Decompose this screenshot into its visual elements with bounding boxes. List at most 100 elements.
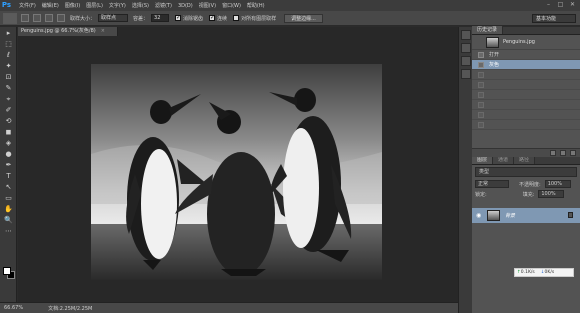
- refine-edge-button[interactable]: 调整边缘...: [284, 13, 323, 23]
- zoom-level[interactable]: 66.67%: [4, 305, 23, 311]
- layer-filter-select[interactable]: 类型: [475, 167, 577, 177]
- menu-file[interactable]: 文件(F): [19, 2, 36, 9]
- healing-tool-icon[interactable]: ⌖: [3, 94, 14, 104]
- blend-row: 正常 不透明度: 100%: [472, 179, 580, 189]
- crop-tool-icon[interactable]: ⊡: [3, 72, 14, 82]
- layer-name: 背景: [505, 213, 516, 219]
- menu-layer[interactable]: 图层(L): [86, 2, 103, 9]
- history-step-undone[interactable]: [472, 90, 580, 100]
- history-panel-icon[interactable]: [461, 30, 471, 40]
- new-document-icon[interactable]: [550, 150, 556, 156]
- menu-select[interactable]: 选择(S): [132, 2, 149, 9]
- workspace-select[interactable]: 基本功能: [532, 14, 576, 23]
- history-step-undone[interactable]: [472, 110, 580, 120]
- layers-panel-header: 图层 通道 路径: [472, 156, 580, 165]
- opacity-input[interactable]: 100%: [544, 180, 571, 188]
- intersect-selection-icon[interactable]: [57, 14, 65, 22]
- menu-help[interactable]: 帮助(H): [247, 2, 265, 9]
- document-tab[interactable]: Penguins.jpg @ 66.7%(灰色/8) ×: [18, 27, 118, 36]
- menu-edit[interactable]: 编辑(E): [42, 2, 59, 9]
- menu-filter[interactable]: 滤镜(T): [155, 2, 172, 9]
- history-step-undone[interactable]: [472, 100, 580, 110]
- gradient-tool-icon[interactable]: ◈: [3, 138, 14, 148]
- step-icon: [478, 91, 484, 98]
- sample-size-select[interactable]: 取样点: [98, 14, 129, 22]
- tolerance-input[interactable]: 32: [151, 14, 170, 22]
- snapshot-thumbnail: [486, 36, 499, 48]
- tab-layers[interactable]: 图层: [472, 156, 494, 164]
- document-tab-title: Penguins.jpg @ 66.7%(灰色/8): [21, 28, 96, 34]
- sample-all-label: 对所有图层取样: [241, 15, 277, 22]
- minimize-icon[interactable]: –: [545, 1, 552, 9]
- path-selection-tool-icon[interactable]: ↖: [3, 182, 14, 192]
- tab-channels[interactable]: 通道: [493, 156, 515, 164]
- upload-speed: 0.1K/s: [520, 270, 535, 275]
- menu-image[interactable]: 图像(I): [65, 2, 80, 9]
- type-tool-icon[interactable]: T: [3, 171, 14, 181]
- history-brush-tool-icon[interactable]: ⟲: [3, 116, 14, 126]
- history-panel: Penguins.jpg 打开 灰色: [472, 35, 580, 157]
- blend-mode-select[interactable]: 正常: [475, 180, 509, 188]
- step-icon: [478, 71, 484, 78]
- move-tool-icon[interactable]: ▸: [3, 28, 14, 38]
- fill-input[interactable]: 100%: [538, 190, 565, 198]
- hand-tool-icon[interactable]: ✋: [3, 204, 14, 214]
- menu-bar: Ps 文件(F) 编辑(E) 图像(I) 图层(L) 文字(Y) 选择(S) 滤…: [0, 0, 580, 11]
- panel-icon-strip: [458, 27, 472, 313]
- tolerance-label: 容差：: [133, 15, 149, 22]
- menu-3d[interactable]: 3D(D): [178, 3, 193, 9]
- close-tab-icon[interactable]: ×: [101, 28, 105, 34]
- maximize-icon[interactable]: □: [557, 1, 564, 9]
- subtract-selection-icon[interactable]: [45, 14, 53, 22]
- menu-window[interactable]: 窗口(W): [222, 2, 241, 9]
- shape-tool-icon[interactable]: ▭: [3, 193, 14, 203]
- visibility-eye-icon[interactable]: ◉: [476, 212, 482, 219]
- brush-tool-icon[interactable]: ✐: [3, 105, 14, 115]
- camera-icon[interactable]: [560, 150, 566, 156]
- antialias-label: 消除锯齿: [183, 15, 204, 22]
- history-step-label: 灰色: [489, 62, 500, 68]
- tools-panel: ▸ ⬚ ℓ ✦ ⊡ ✎ ⌖ ✐ ⟲ ◼ ◈ ● ✒ T ↖ ▭ ✋ 🔍 ⋯: [0, 27, 17, 302]
- trash-icon[interactable]: [570, 150, 576, 156]
- history-step[interactable]: 打开: [472, 50, 580, 60]
- eraser-tool-icon[interactable]: ◼: [3, 127, 14, 137]
- zoom-tool-icon[interactable]: 🔍: [3, 215, 14, 225]
- history-step-active[interactable]: 灰色: [472, 60, 580, 70]
- info-panel-icon[interactable]: [461, 69, 471, 79]
- options-bar: 取样大小： 取样点 容差： 32 消除锯齿 连续 对所有图层取样 调整边缘...…: [0, 11, 580, 26]
- antialias-checkbox[interactable]: [175, 14, 181, 21]
- sample-all-checkbox[interactable]: [233, 15, 240, 21]
- step-icon: [478, 81, 484, 88]
- dodge-tool-icon[interactable]: ●: [3, 149, 14, 159]
- tab-history[interactable]: 历史记录: [472, 26, 504, 34]
- history-snapshot[interactable]: Penguins.jpg: [472, 35, 580, 50]
- pen-tool-icon[interactable]: ✒: [3, 160, 14, 170]
- menu-view[interactable]: 视图(V): [199, 2, 216, 9]
- sample-size-label: 取样大小：: [70, 15, 96, 22]
- opacity-label: 不透明度:: [519, 181, 541, 188]
- document-size: 文档:2.25M/2.25M: [48, 305, 93, 312]
- actions-panel-icon[interactable]: [461, 43, 471, 53]
- fill-label: 填充:: [522, 191, 535, 198]
- tool-preset-picker[interactable]: [3, 12, 17, 24]
- layer-background[interactable]: ◉ 背景: [472, 208, 580, 223]
- eyedropper-tool-icon[interactable]: ✎: [3, 83, 14, 93]
- tab-paths[interactable]: 路径: [514, 156, 536, 164]
- history-step-undone[interactable]: [472, 70, 580, 80]
- lock-row: 锁定: 填充: 100%: [472, 189, 580, 199]
- history-step-undone[interactable]: [472, 80, 580, 90]
- lasso-tool-icon[interactable]: ℓ: [3, 50, 14, 60]
- step-icon: [478, 111, 484, 118]
- new-selection-icon[interactable]: [21, 14, 29, 22]
- properties-panel-icon[interactable]: [461, 56, 471, 66]
- add-selection-icon[interactable]: [33, 14, 41, 22]
- menu-type[interactable]: 文字(Y): [109, 2, 126, 9]
- close-icon[interactable]: ✕: [569, 1, 576, 9]
- more-tools-icon[interactable]: ⋯: [3, 226, 14, 236]
- magic-wand-tool-icon[interactable]: ✦: [3, 61, 14, 71]
- contiguous-checkbox[interactable]: [209, 14, 215, 21]
- marquee-tool-icon[interactable]: ⬚: [3, 39, 14, 49]
- foreground-color-swatch[interactable]: [3, 267, 11, 275]
- history-step-undone[interactable]: [472, 120, 580, 130]
- history-footer: [472, 148, 580, 157]
